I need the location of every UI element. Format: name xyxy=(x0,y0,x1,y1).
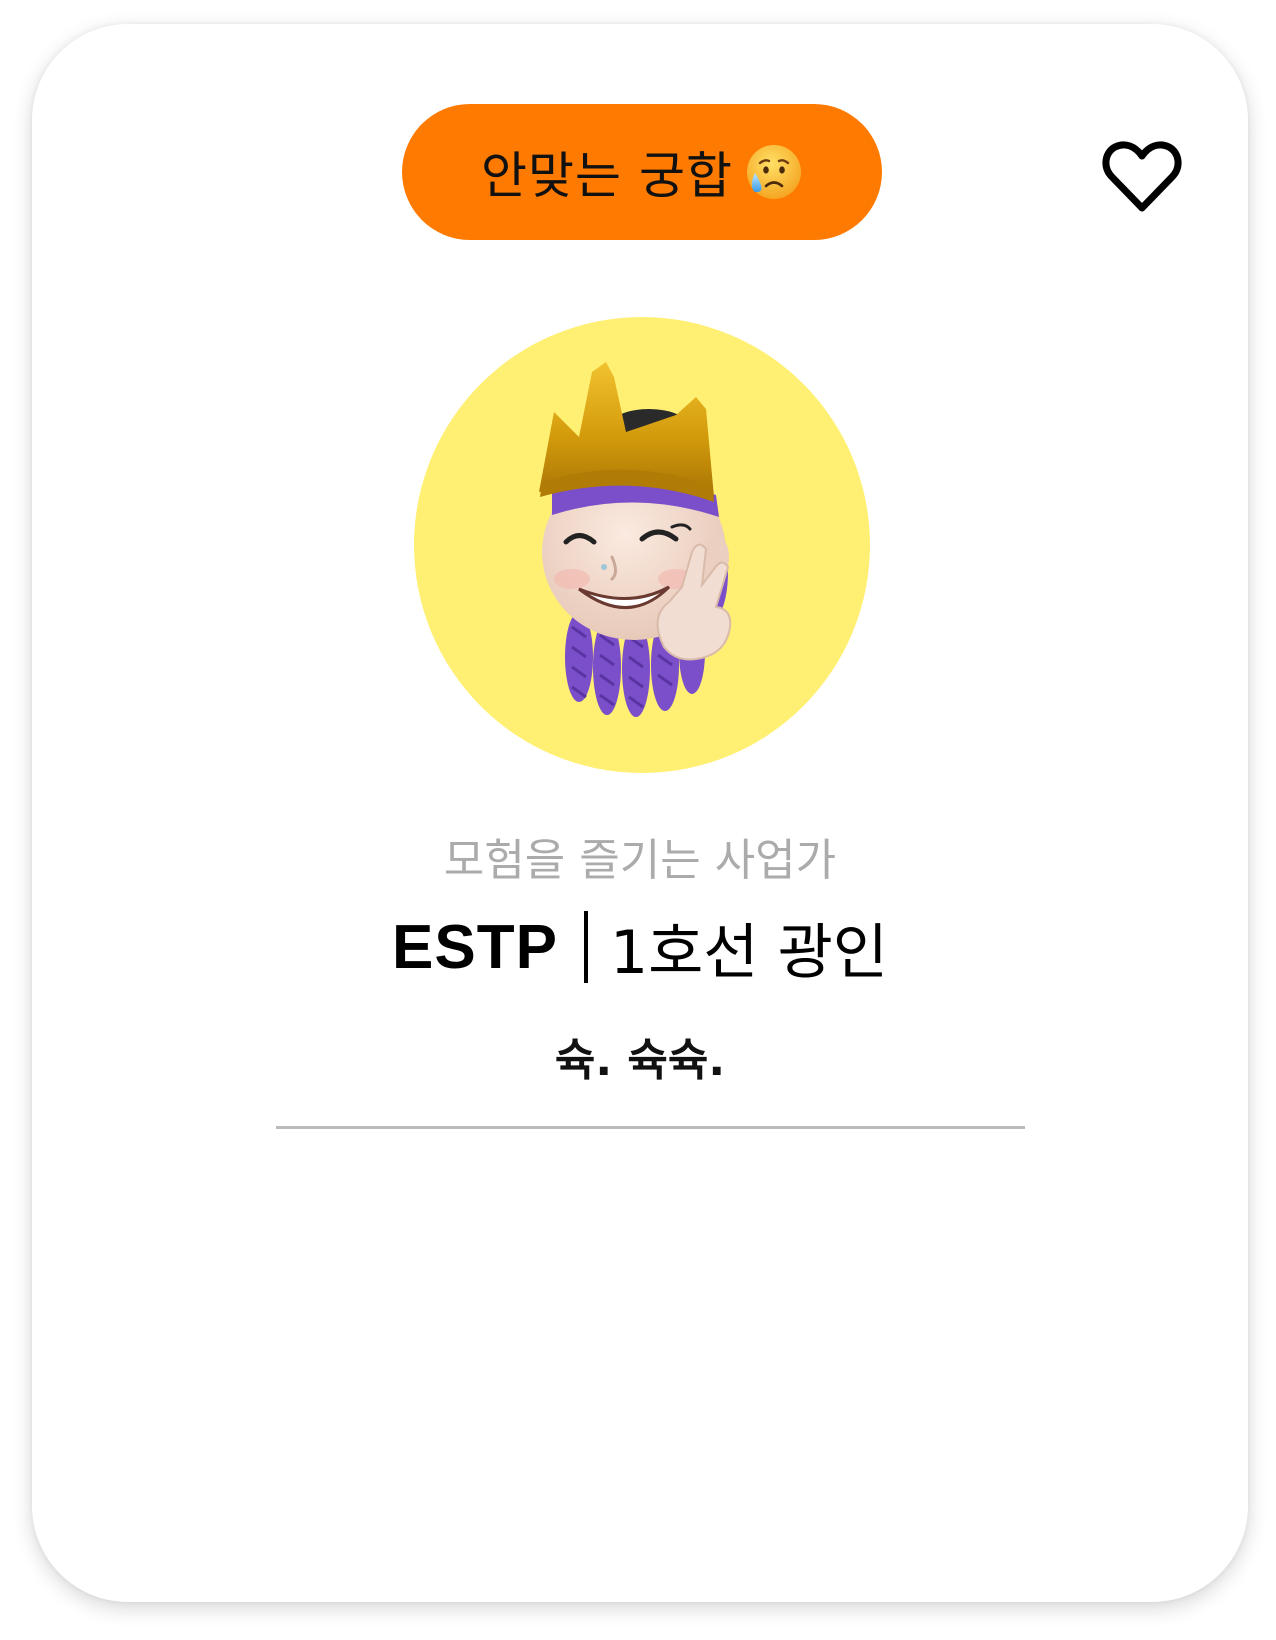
memoji-crown-avatar xyxy=(539,362,732,717)
section-divider xyxy=(276,1126,1025,1129)
profile-avatar xyxy=(414,317,870,773)
sad-sweat-face-icon xyxy=(745,143,803,201)
identity-line: ESTP 1호선 광인 xyxy=(32,899,1248,995)
nickname: 1호선 광인 xyxy=(609,917,888,988)
personality-tagline: 모험을 즐기는 사업가 xyxy=(443,835,837,886)
heart-outline-icon[interactable] xyxy=(1100,134,1184,218)
status-message: 슉. 슉슉. xyxy=(554,1035,726,1086)
match-result-label: 안맞는 궁합 xyxy=(481,147,733,205)
mbti-type: ESTP xyxy=(392,912,558,982)
profile-card: 안맞는 궁합 모험을 즐기는 사업가 ESTP 1호선 광인 슉. 슉슉. xyxy=(32,24,1248,1602)
vertical-divider xyxy=(583,911,588,983)
match-result-badge[interactable]: 안맞는 궁합 xyxy=(402,104,882,240)
